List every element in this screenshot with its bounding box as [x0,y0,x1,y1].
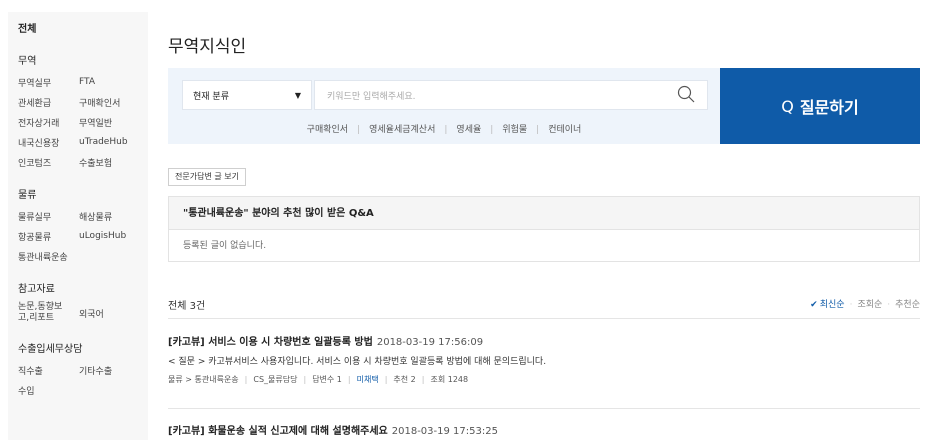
list-item: [카고뷰] 화물운송 실적 신고제에 대해 설명해주세요 2018-03-19 1… [168,424,920,440]
sidebar-group-tax: 수출입세무상담 직수출 기타수출 수입 [18,342,148,400]
post-title: [카고뷰] 화물운송 실적 신고제에 대해 설명해주세요 [168,426,388,437]
page-title: 무역지식인 [168,37,247,57]
sort-options: ✔ 최신순 · 조회순 · 추천순 [810,300,920,310]
sidebar-item[interactable]: 구매확인서 [79,96,140,109]
search-panel: 현재 분류 ▼ 키워드만 입력해주세요. 구매확인서 | 영세율세금계산서 | 영세율 |… [168,68,720,144]
chevron-down-icon: ▼ [294,90,301,100]
sidebar-item[interactable]: 해상물류 [79,210,140,223]
tag-link[interactable]: 구매확인서 [307,125,348,135]
sidebar-item[interactable]: FTA [79,77,140,87]
sidebar-item[interactable]: 물류실무 [18,210,79,223]
sidebar-group-logistics: 물류 물류실무 해상물류 항공물류 uLogisHub 통관내륙운송 [18,188,148,266]
expert-answers-button[interactable]: 전문가답변 글 보기 [168,168,246,186]
post-date: 2018-03-19 17:53:25 [391,426,498,437]
tag-divider: | [490,125,494,135]
post-question: < 질문 > 카고뷰서비스 사용자입니다. 서비스 이용 시 차량번호 일괄등록… [168,357,547,367]
sidebar-group-trade: 무역 무역실무 FTA 관세환급 구매확인서 전자상거래 무역일반 내국신용장 uTra… [18,54,148,172]
sidebar-item[interactable]: 수입 [18,384,79,397]
sidebar-group-references: 참고자료 논문,동향보고,리포트 외국어 [18,282,148,326]
sidebar-all[interactable]: 전체 [18,22,148,38]
category-select-value: 현재 분류 [193,91,229,102]
sidebar-item[interactable]: 직수출 [18,364,79,377]
post-category: 물류 > 통관내륙운송 [168,375,239,384]
tag-divider: | [444,125,448,135]
search-placeholder: 키워드만 입력해주세요. [327,91,416,102]
check-icon: ✔ [810,300,818,310]
post-answers: 답변수 1 [312,375,342,384]
sort-recommend[interactable]: 추천순 [895,300,920,310]
post-recommend: 추천 2 [393,375,416,384]
list-item: [카고뷰] 서비스 이용 시 차량번호 일괄등록 방법 2018-03-19 17… [168,335,920,409]
sidebar-item[interactable]: 기타수출 [79,364,140,377]
category-select[interactable]: 현재 분류 ▼ [182,80,312,110]
sidebar-group-title[interactable]: 참고자료 [18,282,148,298]
category-sidebar: 전체 무역 무역실무 FTA 관세환급 구매확인서 전자상거래 무역일반 내국신용장 u… [8,12,148,440]
tag-link[interactable]: 위험물 [502,125,527,135]
tag-divider: | [536,125,540,135]
post-date: 2018-03-19 17:56:09 [376,337,484,348]
search-icon[interactable] [677,85,695,106]
list-header: 전체 3건 ✔ 최신순 · 조회순 · 추천순 [168,297,920,319]
sidebar-item[interactable]: 전자상거래 [18,116,79,129]
sidebar-group-title[interactable]: 물류 [18,188,148,204]
sidebar-item[interactable]: 수출보험 [79,156,140,169]
recommended-qa-box: "통관내륙운송" 분야의 추천 많이 받은 Q&A 등록된 글이 없습니다. [168,196,920,262]
popular-tags: 구매확인서 | 영세율세금계산서 | 영세율 | 위험물 | 컨테이너 [168,122,720,135]
post-status: 미채택 [356,375,379,384]
post-title: [카고뷰] 서비스 이용 시 차량번호 일괄등록 방법 [168,337,373,348]
main-content: 무역지식인 현재 분류 ▼ 키워드만 입력해주세요. 구매확인서 | 영세율세금계산… [168,0,920,440]
sidebar-item[interactable]: 논문,동향보고,리포트 [18,302,70,324]
sidebar-group-title[interactable]: 수출입세무상담 [18,342,148,358]
post-title-link[interactable]: [카고뷰] 서비스 이용 시 차량번호 일괄등록 방법 2018-03-19 17… [168,335,920,351]
sidebar-item[interactable]: uLogisHub [79,231,140,241]
post-meta: 물류 > 통관내륙운송 | CS_물류담당 | 답변수 1 | 미채택 | 추천 2 | 조회 12… [168,375,469,384]
sort-latest[interactable]: 최신순 [820,300,845,310]
sidebar-item[interactable]: 무역실무 [18,76,79,89]
sidebar-group-title[interactable]: 무역 [18,54,148,70]
sidebar-item[interactable]: 무역일반 [79,116,140,129]
recommended-qa-title: "통관내륙운송" 분야의 추천 많이 받은 Q&A [169,197,919,230]
total-count: 전체 3건 [168,301,206,312]
sidebar-item-customs-inland[interactable]: 통관내륙운송 [18,250,79,263]
sidebar-item[interactable]: 외국어 [79,307,140,320]
search-input[interactable]: 키워드만 입력해주세요. [314,80,708,110]
question-q-icon: Q [781,96,794,116]
sidebar-item[interactable]: 항공물류 [18,230,79,243]
sidebar-item[interactable]: 인코텀즈 [18,156,79,169]
post-views: 조회 1248 [430,375,469,384]
recommended-qa-empty: 등록된 글이 없습니다. [183,241,267,251]
ask-question-button[interactable]: Q 질문하기 [720,68,920,144]
tag-divider: | [357,125,361,135]
sidebar-item[interactable]: 관세환급 [18,96,79,109]
sidebar-item[interactable]: uTradeHub [79,137,140,147]
post-title-link[interactable]: [카고뷰] 화물운송 실적 신고제에 대해 설명해주세요 2018-03-19 1… [168,424,920,440]
sidebar-item[interactable]: 내국신용장 [18,136,79,149]
tag-link[interactable]: 영세율세금계산서 [369,125,435,135]
ask-question-label: 질문하기 [799,98,859,117]
tag-link[interactable]: 영세율 [456,125,481,135]
post-author: CS_물류담당 [253,375,298,384]
tag-link[interactable]: 컨테이너 [548,125,581,135]
sort-views[interactable]: 조회순 [857,300,882,310]
